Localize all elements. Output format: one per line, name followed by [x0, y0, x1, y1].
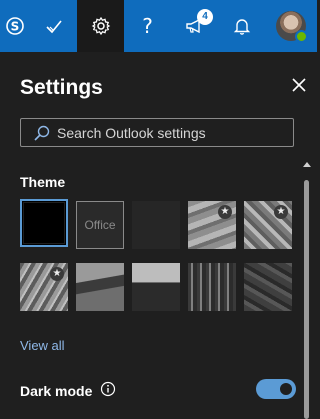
theme-tile-dark[interactable] [132, 201, 180, 249]
theme-tile-pattern-4[interactable] [76, 263, 124, 311]
theme-tile-pattern-5[interactable] [132, 263, 180, 311]
view-all-link[interactable]: View all [20, 338, 65, 353]
settings-panel: Settings Search Outlook settings Theme O… [0, 52, 317, 419]
skype-button[interactable]: S [0, 0, 30, 52]
svg-text:S: S [11, 20, 20, 34]
bell-icon [233, 19, 250, 35]
theme-tile-pattern-2[interactable]: ★ [244, 201, 292, 249]
top-bar: S ? 4 [0, 0, 317, 52]
panel-title: Settings [20, 76, 103, 99]
checkmark-icon [45, 20, 62, 34]
search-input[interactable]: Search Outlook settings [20, 118, 294, 147]
theme-tile-black[interactable] [20, 199, 68, 247]
scroll-thumb[interactable] [304, 180, 309, 419]
info-icon[interactable] [100, 381, 116, 397]
star-icon: ★ [218, 205, 232, 219]
gear-icon [91, 16, 110, 36]
close-icon[interactable] [288, 74, 310, 96]
notifications-button[interactable] [218, 0, 265, 52]
theme-tile-pattern-1[interactable]: ★ [188, 201, 236, 249]
notification-badge: 4 [197, 9, 213, 25]
theme-tile-office[interactable]: Office [76, 201, 124, 249]
skype-icon: S [6, 17, 24, 35]
star-icon: ★ [50, 267, 64, 281]
presence-available-icon [295, 30, 308, 43]
theme-tile-pattern-6[interactable] [188, 263, 236, 311]
dark-mode-label: Dark mode [20, 383, 93, 399]
account-button[interactable] [265, 0, 317, 52]
theme-tile-office-label: Office [84, 218, 116, 232]
theme-heading: Theme [20, 174, 66, 190]
theme-tile-pattern-7[interactable] [244, 263, 292, 311]
theme-tile-pattern-3[interactable]: ★ [20, 263, 68, 311]
search-placeholder: Search Outlook settings [57, 124, 206, 141]
star-icon: ★ [274, 205, 288, 219]
help-icon: ? [142, 14, 153, 38]
help-button[interactable]: ? [124, 0, 171, 52]
dark-mode-toggle[interactable] [256, 379, 296, 399]
search-icon [34, 125, 50, 141]
whats-new-button[interactable]: 4 [171, 0, 218, 52]
toggle-knob [280, 383, 292, 395]
todo-button[interactable] [30, 0, 77, 52]
scroll-up-arrow-icon[interactable] [303, 162, 311, 167]
settings-button[interactable] [77, 0, 124, 52]
